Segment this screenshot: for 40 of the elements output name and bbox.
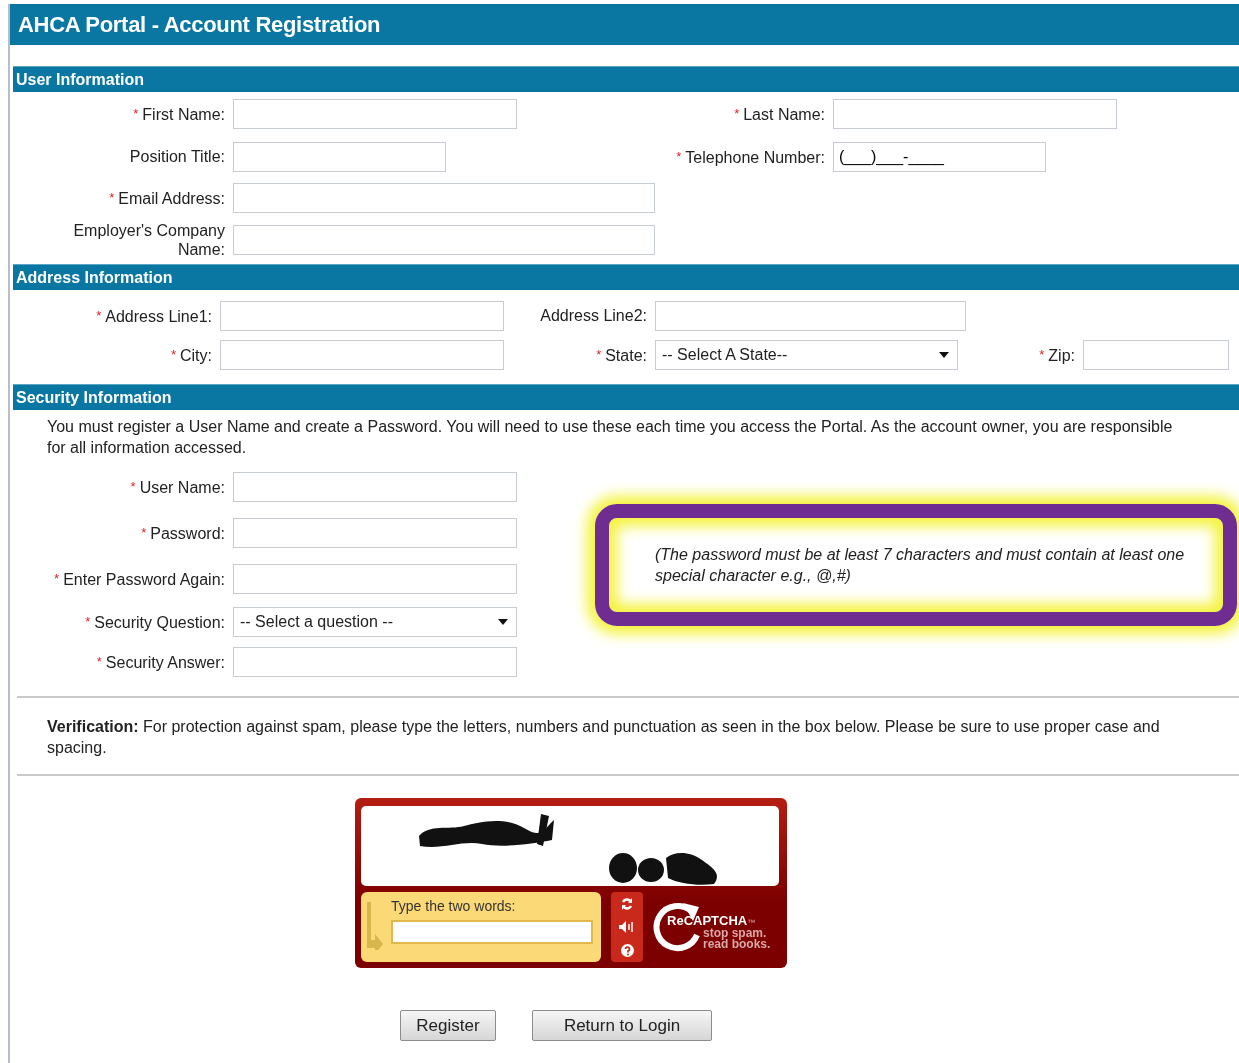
captcha-input[interactable] [391,920,593,944]
select-dropdown[interactable]: -- Select A State-- [655,339,958,370]
field-label: Position Title: [129,148,225,165]
input-field[interactable] [233,141,446,172]
verification-text: Verification: For protection against spam, please type the letters, numbers and punctuation as seen in the box below. Please be sure to use proper case and spacing. [47,717,1161,758]
select-dropdown[interactable]: -- Select a question -- [233,607,517,637]
arrow-icon [367,902,383,950]
field-label: Address Line2: [540,307,647,324]
register-button[interactable]: Register [400,1010,496,1041]
captcha-prompt: Type the two words: [391,898,517,914]
input-field[interactable] [233,182,655,213]
logo-tagline: stop spam. [702,927,767,939]
trademark-sign: ™ [747,917,756,927]
section-title: User Information [16,70,144,89]
help-icon [620,943,634,957]
input-field[interactable] [833,99,1117,129]
input-field[interactable] [233,647,517,677]
input-field[interactable] [233,472,517,502]
input-field[interactable] [220,300,504,331]
input-field[interactable] [233,518,517,548]
section-title: Security Information [16,388,172,407]
password-note: (The password must be at least 7 characters and must contain at least one special character e.g., @,#) [595,504,1237,626]
caret-icon [498,619,508,625]
field-label: Employer's Company Name: [73,222,225,258]
logo-text: ReCAPTCHA [667,912,748,928]
input-field[interactable] [233,99,517,129]
return-to-login-button[interactable]: Return to Login [532,1010,712,1041]
intro-paragraph: You must register a User Name and create a Password. You will need to use these each time you access the Portal. As the account owner, you are responsible for all information accessed. [47,417,1174,458]
refresh-icon [620,896,634,911]
input-field[interactable] [220,339,504,370]
caret-icon [939,351,949,358]
logo-tagline: read books. [702,938,771,950]
input-field[interactable]: (___)___-____ [833,141,1046,172]
speaker-icon [619,921,635,933]
input-field[interactable] [233,225,655,255]
section-title: Address Information [16,268,173,287]
page-title: AHCA Portal - Account Registration [18,11,381,38]
input-field[interactable] [1083,339,1229,370]
input-field[interactable] [655,300,966,331]
input-field[interactable] [233,564,517,594]
